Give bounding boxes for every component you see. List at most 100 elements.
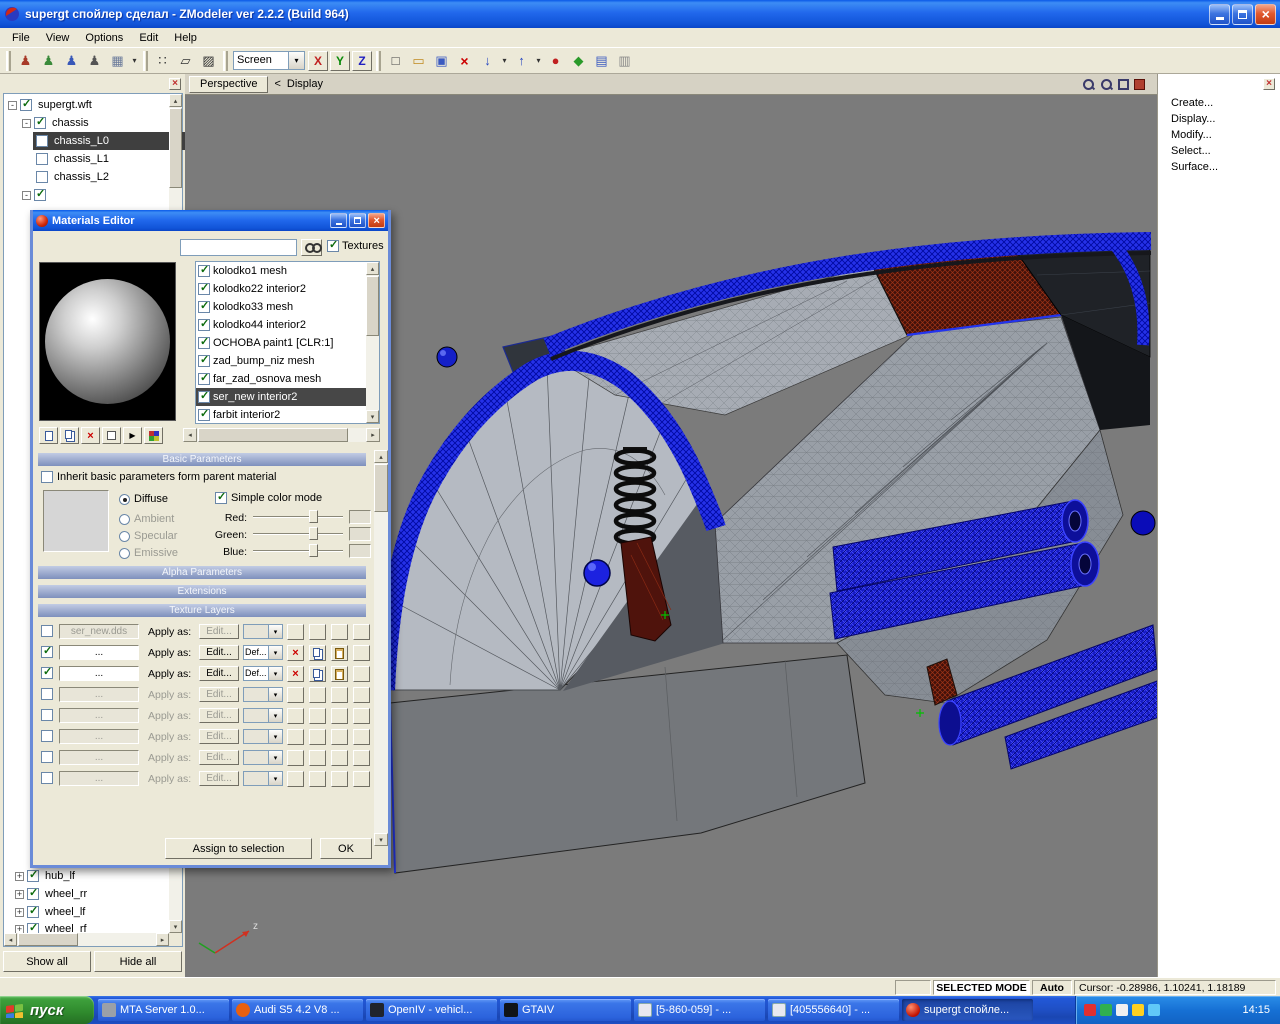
faces-mode-icon[interactable]: ▨: [197, 50, 220, 72]
command-select[interactable]: Select...: [1158, 143, 1280, 159]
material-item[interactable]: far_zad_osnova mesh: [196, 370, 366, 388]
menu-edit[interactable]: Edit: [131, 30, 166, 46]
command-modify[interactable]: Modify...: [1158, 127, 1280, 143]
update-icon[interactable]: [1132, 1004, 1144, 1016]
material-preview[interactable]: [39, 262, 176, 421]
zoom-region-icon[interactable]: [1082, 78, 1095, 91]
material-checkbox[interactable]: [198, 409, 210, 421]
materials-hscrollbar[interactable]: [183, 428, 380, 442]
command-display[interactable]: Display...: [1158, 111, 1280, 127]
render-icon[interactable]: ●: [544, 50, 567, 72]
layer-cell[interactable]: [353, 624, 370, 640]
layer-cell[interactable]: [331, 624, 348, 640]
layer-cell[interactable]: [309, 708, 326, 724]
scroll-left-icon[interactable]: [4, 933, 17, 946]
link-figure-icon[interactable]: ♟: [60, 50, 83, 72]
tree-checkbox[interactable]: [34, 189, 46, 201]
layer-file[interactable]: ...: [59, 645, 139, 660]
tree-checkbox[interactable]: [27, 888, 39, 900]
layer-file[interactable]: ...: [59, 666, 139, 681]
clock[interactable]: 14:15: [1242, 1004, 1270, 1016]
import-dropdown-icon[interactable]: [499, 50, 510, 72]
green-value-box[interactable]: [349, 527, 371, 541]
material-item[interactable]: OCHOBA paint1 [CLR:1]: [196, 334, 366, 352]
close-icon[interactable]: [368, 213, 385, 228]
material-item-selected[interactable]: ser_new interior2: [196, 388, 366, 406]
materials-editor-titlebar[interactable]: Materials Editor: [33, 210, 388, 231]
layer-cell[interactable]: [287, 771, 304, 787]
copy-material-icon[interactable]: [60, 427, 79, 444]
inherit-checkbox[interactable]: [41, 471, 53, 483]
red-slider[interactable]: [253, 510, 343, 524]
taskbar-button-active[interactable]: supergt спойле...: [902, 999, 1033, 1021]
chevron-down-icon[interactable]: [269, 750, 283, 765]
close-panel-icon[interactable]: [1263, 78, 1275, 90]
scroll-up-icon[interactable]: [169, 94, 182, 107]
uv-mapper-icon[interactable]: ◆: [567, 50, 590, 72]
scroll-down-icon[interactable]: [374, 833, 388, 846]
layer-checkbox[interactable]: [41, 625, 53, 637]
copy-layer-icon[interactable]: [309, 645, 326, 661]
expand-icon[interactable]: -: [8, 101, 17, 110]
render-preview-icon[interactable]: ▶: [123, 427, 142, 444]
axis-y-button[interactable]: Y: [330, 51, 350, 71]
script-icon[interactable]: ▤: [590, 50, 613, 72]
toolbar-grip[interactable]: [223, 51, 228, 71]
tree-item[interactable]: - supergt.wft: [5, 96, 168, 114]
export-icon[interactable]: ↑: [510, 50, 533, 72]
edit-texture-button[interactable]: Edit...: [199, 624, 239, 639]
scroll-right-icon[interactable]: [366, 428, 380, 442]
menu-help[interactable]: Help: [166, 30, 205, 46]
paste-layer-icon[interactable]: [331, 645, 348, 661]
apply-mode-select[interactable]: [243, 729, 283, 744]
material-item[interactable]: kolodko33 mesh: [196, 298, 366, 316]
zmodeler-app-icon[interactable]: [4, 6, 20, 22]
layer-checkbox[interactable]: [41, 751, 53, 763]
save-file-icon[interactable]: ▣: [430, 50, 453, 72]
layer-file[interactable]: ...: [59, 750, 139, 765]
tree-item[interactable]: - chassis: [19, 114, 182, 132]
tree-checkbox[interactable]: [20, 99, 32, 111]
delete-layer-icon[interactable]: [287, 666, 304, 682]
menu-options[interactable]: Options: [77, 30, 131, 46]
tree-hscrollbar[interactable]: [4, 933, 169, 946]
export-dropdown-icon[interactable]: [533, 50, 544, 72]
color-swatch[interactable]: [43, 490, 109, 552]
expand-icon[interactable]: -: [22, 191, 31, 200]
ambient-radio[interactable]: [119, 514, 130, 525]
edges-mode-icon[interactable]: ▱: [174, 50, 197, 72]
chevron-down-icon[interactable]: [289, 51, 305, 70]
tree-checkbox[interactable]: [34, 117, 46, 129]
specular-radio[interactable]: [119, 531, 130, 542]
tree-item[interactable]: + wheel_rr: [12, 885, 175, 903]
scroll-right-icon[interactable]: [156, 933, 169, 946]
viewport-tab-perspective[interactable]: Perspective: [189, 76, 268, 93]
edit-texture-button[interactable]: Edit...: [199, 666, 239, 681]
chevron-down-icon[interactable]: [269, 771, 283, 786]
group-figure-icon[interactable]: ♟: [37, 50, 60, 72]
material-checkbox[interactable]: [198, 265, 210, 277]
material-search-input[interactable]: [180, 239, 297, 256]
new-file-icon[interactable]: □: [384, 50, 407, 72]
grid-dropdown-icon[interactable]: [129, 50, 140, 72]
layer-cell[interactable]: [353, 645, 370, 661]
close-icon[interactable]: [1255, 4, 1276, 25]
material-item[interactable]: kolodko1 mesh: [196, 262, 366, 280]
edit-texture-button[interactable]: Edit...: [199, 750, 239, 765]
layer-cell[interactable]: [331, 750, 348, 766]
layer-cell[interactable]: [353, 729, 370, 745]
apply-mode-select[interactable]: [243, 771, 283, 786]
close-panel-icon[interactable]: [169, 78, 181, 90]
layer-file[interactable]: ser_new.dds: [59, 624, 139, 639]
taskbar-button[interactable]: [405556640] - ...: [768, 999, 899, 1021]
layer-cell[interactable]: [287, 624, 304, 640]
edit-texture-button[interactable]: Edit...: [199, 645, 239, 660]
vertices-mode-icon[interactable]: ∷: [151, 50, 174, 72]
antivirus-icon[interactable]: [1084, 1004, 1096, 1016]
viewport-flag-icon[interactable]: [1134, 79, 1145, 90]
apply-mode-select[interactable]: [243, 750, 283, 765]
new-material-icon[interactable]: [39, 427, 58, 444]
material-checkbox[interactable]: [198, 319, 210, 331]
apply-mode-select[interactable]: Def...: [243, 645, 283, 660]
red-value-box[interactable]: [349, 510, 371, 524]
